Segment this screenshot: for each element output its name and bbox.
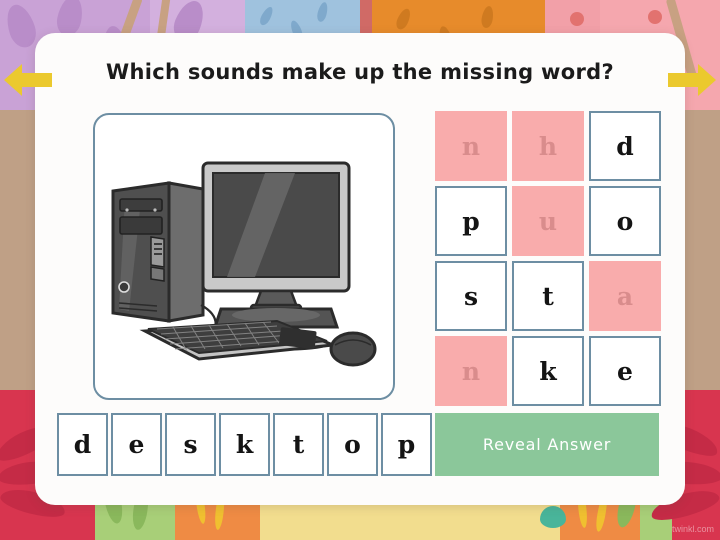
dot-shape [648,10,662,24]
letter-cell[interactable]: a [589,261,661,331]
dot-shape [570,12,584,26]
activity-card: Which sounds make up the missing word? d… [35,33,685,505]
word-tile[interactable]: t [273,413,324,476]
word-tile[interactable]: p [381,413,432,476]
reveal-answer-button[interactable]: Reveal Answer [435,413,659,476]
previous-slide-button[interactable] [2,56,54,104]
watermark: twinkl.com [671,524,714,534]
word-tile[interactable]: e [111,413,162,476]
letter-cell[interactable]: d [589,111,661,181]
word-tile[interactable]: o [327,413,378,476]
letter-cell[interactable]: s [435,261,507,331]
word-tile[interactable]: s [165,413,216,476]
sound-choice-grid: n h d p u o s t a n k e [435,111,661,406]
word-tile[interactable]: k [219,413,270,476]
letter-cell[interactable]: p [435,186,507,256]
arrow-left-icon [4,64,52,96]
dot-shape [540,506,566,528]
letter-cell[interactable]: k [512,336,584,406]
answer-word-row: d e s k t o p [57,413,432,476]
letter-cell[interactable]: u [512,186,584,256]
letter-cell[interactable]: t [512,261,584,331]
word-tile[interactable]: d [57,413,108,476]
picture-panel [93,113,395,400]
letter-cell[interactable]: h [512,111,584,181]
letter-cell[interactable]: e [589,336,661,406]
letter-cell[interactable]: n [435,111,507,181]
letter-cell[interactable]: n [435,336,507,406]
desktop-computer-image [111,161,377,367]
arrow-right-icon [668,64,716,96]
next-slide-button[interactable] [666,56,718,104]
page-title: Which sounds make up the missing word? [106,60,614,84]
letter-cell[interactable]: o [589,186,661,256]
slide-stage: Which sounds make up the missing word? d… [0,0,720,540]
